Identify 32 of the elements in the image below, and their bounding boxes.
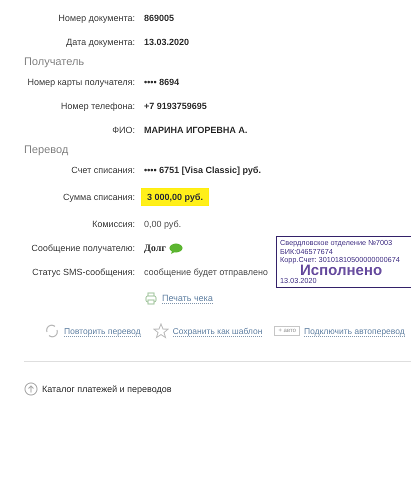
print-link[interactable]: Печать чека [162,293,213,304]
field-label: Счет списания: [70,165,135,175]
field-label: Номер телефона: [60,101,135,111]
section-title: Перевод [24,144,70,156]
field-label: Сумма списания: [62,192,135,202]
field-label: Комиссия: [91,219,135,229]
field-value: •••• 8694 [144,77,180,87]
field-value: 13.03.2020 [144,37,190,47]
section-title: Получатель [24,56,86,68]
action-link[interactable]: Подключить автоперевод [304,326,405,336]
printer-icon [144,292,158,305]
message-value: Долг [144,242,166,254]
field-value: 0,00 руб. [144,219,182,229]
field-value: •••• 6751 [Visa Classic] руб. [144,165,261,175]
field-value: +7 9193759695 [144,101,207,111]
field-label: Номер документа: [57,13,135,23]
action-link[interactable]: Повторить перевод [64,326,141,336]
field-label: Статус SMS-сообщения: [31,267,135,277]
stamp-status: Исполнено [300,264,382,276]
field-label: Дата документа: [65,37,135,47]
field-value: МАРИНА ИГОРЕВНА А. [144,125,248,135]
speech-bubble-icon [168,242,183,254]
star-icon [152,323,169,339]
action-link[interactable]: Сохранить как шаблон [172,326,262,336]
catalog-link[interactable]: Каталог платежей и переводов [42,384,172,394]
field-value: 869005 [144,13,174,23]
field-value: сообщение будет отправлено [144,267,268,277]
amount-value: 3 000,00 руб. [141,188,209,206]
refresh-icon [44,323,60,339]
field-label: ФИО: [111,125,135,135]
field-label: Сообщение получателю: [30,243,135,253]
field-label: Номер карты получателя: [26,77,135,87]
